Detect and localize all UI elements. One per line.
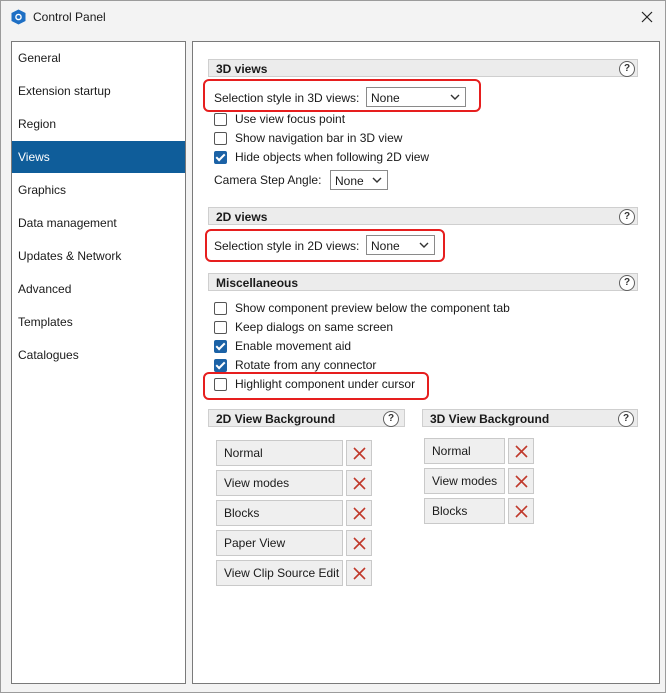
delete-button[interactable] (508, 498, 534, 524)
selection-style-2d-label: Selection style in 2D views: (214, 239, 360, 253)
bg3d-view-modes-button[interactable]: View modes (424, 468, 505, 494)
help-icon[interactable]: ? (618, 411, 634, 427)
delete-button[interactable] (346, 500, 372, 526)
section-title: 3D views (216, 62, 268, 76)
views-settings-panel: 3D views ? Selection style in 3D views: … (192, 41, 660, 684)
selected-value: None (371, 91, 400, 105)
selection-style-3d-dropdown[interactable]: None (366, 87, 466, 107)
bg3d-normal-button[interactable]: Normal (424, 438, 505, 464)
checkbox-label: Show navigation bar in 3D view (235, 131, 403, 145)
delete-button[interactable] (508, 468, 534, 494)
checkbox-label: Enable movement aid (235, 339, 352, 353)
section-miscellaneous-header: Miscellaneous ? (208, 273, 638, 291)
section-2d-views-header: 2D views ? (208, 207, 638, 225)
section-title: 3D View Background (430, 412, 550, 426)
delete-button[interactable] (346, 560, 372, 586)
bg2d-blocks-button[interactable]: Blocks (216, 500, 343, 526)
window-title: Control Panel (33, 10, 106, 24)
checkbox-label: Rotate from any connector (235, 358, 377, 372)
checkbox-label: Highlight component under cursor (235, 377, 416, 391)
app-icon (11, 9, 26, 25)
close-icon (515, 445, 528, 458)
close-icon (353, 447, 366, 460)
close-icon (641, 11, 653, 23)
close-icon (353, 477, 366, 490)
sidebar-item-advanced[interactable]: Advanced (12, 273, 185, 305)
sidebar-item-views[interactable]: Views (12, 141, 185, 173)
selected-value: None (371, 239, 400, 253)
control-panel-window: Control Panel General Extension startup … (0, 0, 666, 693)
checkbox[interactable] (214, 359, 227, 372)
checkbox[interactable] (214, 302, 227, 315)
bg2d-view-clip-source-edit-button[interactable]: View Clip Source Edit (216, 560, 343, 586)
checkbox-label: Use view focus point (235, 112, 346, 126)
camera-step-angle-dropdown[interactable]: None (330, 170, 388, 190)
sidebar-item-extension-startup[interactable]: Extension startup (12, 75, 185, 107)
checkbox-label: Show component preview below the compone… (235, 301, 510, 315)
delete-button[interactable] (346, 530, 372, 556)
chevron-down-icon (372, 177, 382, 183)
checkbox[interactable] (214, 378, 227, 391)
bg2d-view-modes-button[interactable]: View modes (216, 470, 343, 496)
checkbox[interactable] (214, 340, 227, 353)
chevron-down-icon (450, 94, 460, 100)
close-button[interactable] (637, 7, 657, 27)
checkbox[interactable] (214, 132, 227, 145)
section-title: 2D views (216, 210, 268, 224)
help-icon[interactable]: ? (619, 275, 635, 291)
selected-value: None (335, 174, 364, 188)
sidebar-item-region[interactable]: Region (12, 108, 185, 140)
help-icon[interactable]: ? (383, 411, 399, 427)
sidebar-item-general[interactable]: General (12, 42, 185, 74)
bg2d-paper-view-button[interactable]: Paper View (216, 530, 343, 556)
delete-button[interactable] (346, 470, 372, 496)
close-icon (515, 475, 528, 488)
section-3d-view-background-header: 3D View Background ? (422, 409, 638, 427)
sidebar-item-templates[interactable]: Templates (12, 306, 185, 338)
sidebar-item-graphics[interactable]: Graphics (12, 174, 185, 206)
sidebar-item-data-management[interactable]: Data management (12, 207, 185, 239)
checkbox-label: Keep dialogs on same screen (235, 320, 394, 334)
sidebar-item-catalogues[interactable]: Catalogues (12, 339, 185, 371)
checkbox-label: Hide objects when following 2D view (235, 150, 430, 164)
section-title: 2D View Background (216, 412, 336, 426)
close-icon (515, 505, 528, 518)
sidebar-item-updates-network[interactable]: Updates & Network (12, 240, 185, 272)
settings-sidebar: General Extension startup Region Views G… (11, 41, 186, 684)
close-icon (353, 567, 366, 580)
camera-step-angle-label: Camera Step Angle: (214, 173, 322, 187)
help-icon[interactable]: ? (619, 61, 635, 77)
bg3d-blocks-button[interactable]: Blocks (424, 498, 505, 524)
help-icon[interactable]: ? (619, 209, 635, 225)
bg2d-normal-button[interactable]: Normal (216, 440, 343, 466)
chevron-down-icon (419, 242, 429, 248)
title-bar: Control Panel (1, 1, 665, 33)
selection-style-2d-dropdown[interactable]: None (366, 235, 435, 255)
delete-button[interactable] (508, 438, 534, 464)
close-icon (353, 507, 366, 520)
section-2d-view-background-header: 2D View Background ? (208, 409, 405, 427)
checkbox[interactable] (214, 151, 227, 164)
selection-style-3d-label: Selection style in 3D views: (214, 91, 360, 105)
checkbox[interactable] (214, 113, 227, 126)
close-icon (353, 537, 366, 550)
section-3d-views-header: 3D views ? (208, 59, 638, 77)
section-title: Miscellaneous (216, 276, 299, 290)
delete-button[interactable] (346, 440, 372, 466)
checkbox[interactable] (214, 321, 227, 334)
